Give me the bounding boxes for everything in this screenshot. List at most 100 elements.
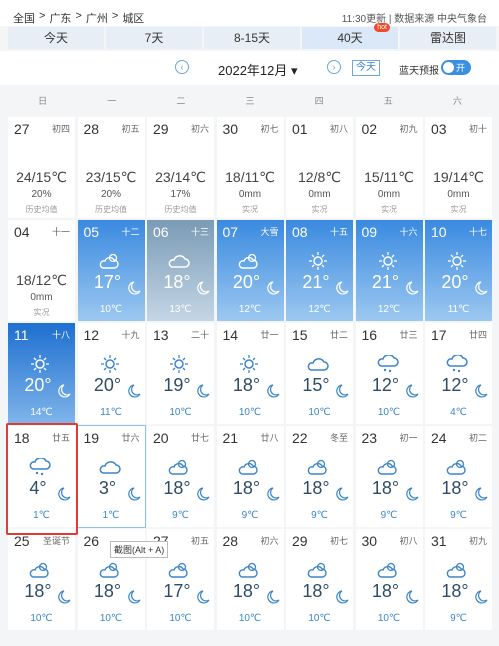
temperature-range: 19/14℃ — [433, 169, 484, 185]
day-number: 20 — [153, 430, 169, 446]
lunar-date: 初五 — [121, 124, 140, 134]
low-temperature: 12℃ — [377, 304, 401, 315]
day-number: 19 — [83, 430, 100, 446]
calendar-day-16[interactable]: 16 廿三 12° 10℃ — [355, 323, 423, 424]
tab-radar[interactable]: 雷达图 — [400, 27, 496, 49]
calendar-day-08[interactable]: 08 十五 21° 12℃ — [286, 220, 353, 321]
partly-cloudy-icon — [98, 252, 122, 270]
calendar-day-23[interactable]: 23 初一 18° 9℃ — [355, 426, 423, 527]
calendar-day-30[interactable]: 30 初七 18/11℃ 0mm 实况 — [216, 117, 284, 218]
lunar-date: 初一 — [399, 433, 418, 443]
low-temperature: 10℃ — [308, 613, 331, 624]
lunar-date: 初九 — [399, 124, 418, 134]
calendar-day-22[interactable]: 22 冬至 18° 9℃ — [286, 426, 353, 527]
breadcrumb-province[interactable]: 广东 — [49, 10, 71, 26]
toggle-knob — [443, 62, 454, 73]
low-temperature: 10℃ — [169, 613, 192, 624]
day-number: 15 — [292, 327, 308, 343]
partly-cloudy-icon — [98, 561, 122, 579]
lunar-date: 十八 — [51, 330, 70, 340]
day-number: 31 — [431, 533, 447, 549]
cloudy-icon — [167, 252, 191, 270]
lunar-date: 二十 — [190, 330, 209, 340]
lunar-date: 十二 — [121, 227, 140, 237]
tab-today[interactable]: 今天 — [8, 27, 104, 49]
calendar-day-28[interactable]: 28 初六 18° 10℃ — [216, 529, 284, 630]
tab-8-15day[interactable]: 8-15天 — [204, 27, 300, 49]
day-number: 17 — [431, 327, 447, 343]
calendar-day-24[interactable]: 24 初二 18° 9℃ — [425, 426, 492, 527]
prev-month-button[interactable]: ‹ — [175, 60, 189, 74]
low-temperature: 9℃ — [172, 510, 189, 521]
today-button[interactable]: 今天 — [352, 60, 380, 76]
calendar-day-15[interactable]: 15 廿二 15° 10℃ — [286, 323, 353, 424]
low-temperature: 10℃ — [377, 407, 401, 418]
calendar-day-19[interactable]: 19 廿六 3° 1℃ — [76, 425, 146, 528]
calendar-day-05[interactable]: 05 十二 17° 10℃ — [77, 220, 145, 321]
calendar-day-07[interactable]: 07 大雪 20° 12℃ — [216, 220, 284, 321]
night-moon-icon — [330, 486, 350, 502]
low-temperature: 14℃ — [30, 407, 53, 418]
calendar-day-13[interactable]: 13 二十 19° 10℃ — [147, 323, 214, 424]
day-number: 12 — [83, 327, 100, 343]
day-number: 25 — [14, 533, 30, 549]
sunny-icon — [376, 252, 400, 270]
breadcrumb-district[interactable]: 城区 — [122, 10, 144, 26]
toggle-text: 开 — [456, 63, 466, 73]
calendar-day-31[interactable]: 31 初九 18° 9℃ — [425, 529, 492, 630]
calendar-day-20[interactable]: 20 廿七 18° 9℃ — [147, 426, 214, 527]
low-temperature: 1℃ — [102, 510, 120, 521]
night-moon-icon — [52, 383, 72, 399]
calendar-day-06[interactable]: 06 十三 18° 13℃ — [147, 220, 214, 321]
night-moon-icon — [400, 486, 420, 502]
day-number: 14 — [222, 327, 239, 343]
calendar-day-29[interactable]: 29 初七 18° 10℃ — [286, 529, 353, 630]
low-temperature: 10℃ — [377, 613, 401, 624]
sunny-icon — [445, 252, 469, 270]
night-moon-icon — [400, 280, 420, 296]
rain-icon — [445, 354, 469, 373]
calendar-day-30[interactable]: 30 初八 18° 10℃ — [355, 529, 423, 630]
night-moon-icon — [191, 280, 211, 296]
breadcrumb-city[interactable]: 广州 — [86, 10, 108, 26]
calendar-day-27[interactable]: 27 初四 24/15℃ 20% 历史均值 — [8, 117, 75, 218]
tab-7day[interactable]: 7天 — [106, 27, 202, 49]
month-selector[interactable]: 2022年12月 ▾ — [218, 60, 298, 79]
night-moon-icon — [469, 280, 489, 296]
temperature-range: 23/15℃ — [85, 169, 137, 185]
blue-sky-toggle[interactable]: 开 — [441, 60, 471, 75]
calendar-day-11[interactable]: 11 十八 20° 14℃ — [8, 323, 75, 424]
low-temperature: 10℃ — [169, 407, 192, 418]
weather-calendar-page: 全国 > 广东 > 广州 > 城区 11:30更新 | 数据来源 中央气象台 今… — [0, 0, 499, 646]
night-moon-icon — [400, 383, 420, 399]
calendar-day-28[interactable]: 28 初五 23/15℃ 20% 历史均值 — [77, 117, 145, 218]
calendar-day-10[interactable]: 10 十七 20° 11℃ — [425, 220, 492, 321]
partly-cloudy-icon — [237, 252, 261, 270]
sunny-icon — [98, 355, 122, 373]
lunar-date: 初九 — [468, 536, 487, 546]
calendar-day-04[interactable]: 04 十一 18/12℃ 0mm 实况 — [8, 220, 75, 321]
calendar-day-21[interactable]: 21 廿八 18° 9℃ — [216, 426, 284, 527]
precipitation: 20% — [100, 189, 121, 200]
calendar-day-14[interactable]: 14 廿一 18° 10℃ — [216, 323, 284, 424]
calendar-day-09[interactable]: 09 十六 21° 12℃ — [355, 220, 423, 321]
day-number: 05 — [83, 224, 100, 240]
night-moon-icon — [330, 280, 350, 296]
calendar-day-17[interactable]: 17 廿四 12° 4℃ — [425, 323, 492, 424]
calendar-day-25[interactable]: 25 圣诞节 18° 10℃ — [8, 529, 75, 630]
data-source-note: 实况 — [242, 205, 258, 214]
day-number: 13 — [153, 327, 169, 343]
night-moon-icon — [122, 383, 142, 399]
day-number: 16 — [361, 327, 378, 343]
calendar-day-01[interactable]: 01 初八 12/8℃ 0mm 实况 — [286, 117, 353, 218]
breadcrumb-country[interactable]: 全国 — [13, 10, 35, 26]
calendar-day-02[interactable]: 02 初九 15/11℃ 0mm 实况 — [355, 117, 423, 218]
calendar-day-12[interactable]: 12 十九 20° 11℃ — [77, 323, 145, 424]
night-moon-icon — [261, 280, 281, 296]
tab-40day[interactable]: 40天 hot — [302, 23, 398, 49]
next-month-button[interactable]: › — [327, 60, 341, 74]
calendar-day-29[interactable]: 29 初六 23/14℃ 17% 历史均值 — [147, 117, 214, 218]
calendar-day-03[interactable]: 03 初十 19/14℃ 0mm 实况 — [425, 117, 492, 218]
night-moon-icon — [330, 383, 350, 399]
screenshot-tooltip: 截图(Alt + A) — [110, 541, 169, 558]
